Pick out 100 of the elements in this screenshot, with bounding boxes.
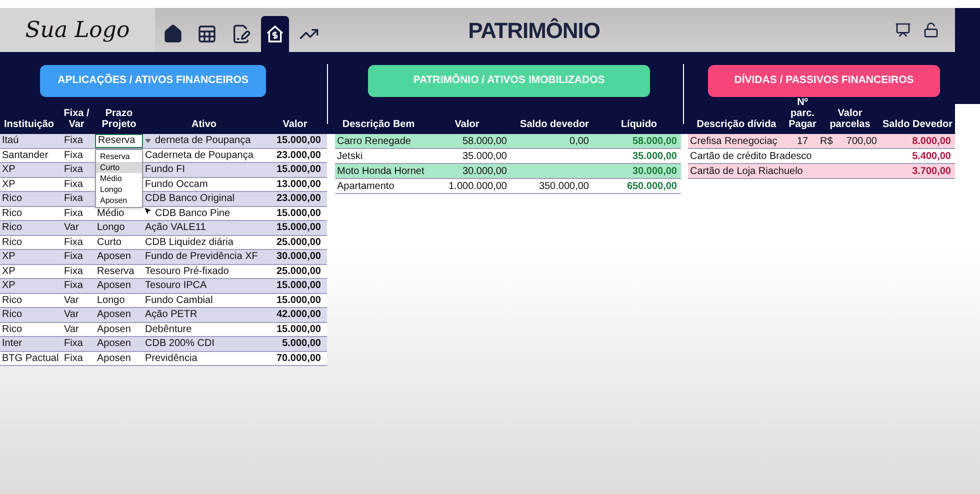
home-icon [163,24,183,44]
table-cell-text: Cartão de crédito Bradesco [689,151,812,162]
table-cell-text: Moto Honda Hornet [336,165,422,178]
table-cell-text: Fundo FI [144,163,186,176]
column-header: Descrição dívida [696,118,778,132]
table-cell-text: 0,00 [570,135,589,148]
table-cell-text: 17 [796,135,810,148]
table-cell-text: BTG Pactual [1,352,58,365]
column-header: Instituição [2,118,55,132]
table-cell-text: Reserva [96,264,134,278]
table-cell-text: Longo [96,221,125,234]
table-cell-text: Fixa [63,178,84,191]
table-cell-text: Caderneta de Poupança [144,148,254,162]
table-cell-text: Fixa [63,236,84,249]
table-cell-text: 1.000.000,00 [448,180,508,193]
table-cell-text: 30.000,00 [276,250,322,264]
table-cell-text: Fundo Occam [144,178,208,191]
table-cell-text: Santander [1,148,50,162]
table-cell-text: Fundo de Previdência XF [144,250,258,264]
table-cell-text: 5.000,00 [281,337,322,350]
table-cell-text: Previdência [144,352,198,365]
table-cell-text: XP [1,279,16,292]
table-cell-text: 15.000,00 [276,221,322,234]
column-header: Valor parcelas [828,107,872,132]
table-cell-text: Fixa [63,337,84,350]
table-cell-text: Rico [1,221,24,234]
table-cell-text: Var [63,294,80,307]
dropdown-option[interactable]: Reserva [96,150,142,162]
table-icon [197,24,217,44]
column-header: Líquido [620,118,658,132]
table-cell-text: Fixa [63,250,84,264]
table-cell-text: Fundo Cambial [144,294,213,307]
table-cell-text: 70.000,00 [276,352,322,365]
table-cell-text: Aposen [96,250,131,264]
table-cell-text: 8.000,00 [911,135,952,148]
page-title: PATRIMÔNIO [468,16,600,44]
table-cell-text: 58.000,00 [462,135,508,148]
table-cell-text: Fixa [63,352,84,365]
table-cell-text: XP [1,264,16,278]
table-cell-text: Rico [1,294,24,307]
table-cell-text: 23.000,00 [276,148,322,162]
table-cell-text: Rico [1,322,24,336]
presentation-icon[interactable] [895,22,911,38]
table-cell-text: Médio [96,206,124,220]
table-cell-text: derneta de Poupança [154,134,251,148]
table-cell-text: 15.000,00 [276,163,322,176]
table-cell-text: Ação PETR [144,308,198,322]
table-cell-text: XP [1,163,16,176]
column-header: Ativo [190,118,218,132]
table-cell-text: Aposen [96,337,131,350]
column-header: Saldo Devedor [881,118,954,132]
table-cell: CDB Banco Pine [155,206,230,220]
table-cell-text: Tesouro IPCA [144,279,207,292]
table-cell-text: Rico [1,308,24,322]
dropdown-option[interactable]: Curto [96,162,142,172]
dropdown-cell[interactable]: Reserva [95,134,143,148]
column-header: Fixa / Var [62,107,90,132]
table-cell-text: Fixa [63,264,84,278]
table-cell-text: 35.000,00 [632,150,678,163]
table-cell-text: Crefisa Renegociaç [689,136,778,147]
dropdown-option[interactable]: Aposen [96,194,142,206]
table-cell-text: Fixa [63,279,84,292]
table-cell-text: Aposen [96,322,131,336]
table-cell-text: Tesouro Pré-fixado [144,264,229,278]
table-cell-text: 58.000,00 [632,135,678,148]
table-cell-text: Var [63,322,80,336]
column-header: Valor [282,118,308,132]
dropdown-option[interactable]: Longo [96,184,142,194]
dropdown-option[interactable]: Médio [96,172,142,184]
table-cell-text: Aposen [96,279,131,292]
table-cell-text: 650.000,00 [626,180,678,193]
table-cell-text: Itaú [1,134,20,148]
table-cell-text: 3.700,00 [911,165,952,178]
table-cell-text: Fixa [63,206,84,220]
column-header: Descrição Bem [341,118,416,132]
table-cell-text: 35.000,00 [462,150,508,163]
table-cell-text: 15.000,00 [276,134,322,148]
table-cell-text: Fixa [63,134,84,148]
table-cell-text: Jetski [336,150,364,163]
table-cell-text: CDB 200% CDI [144,337,214,350]
table-cell-text: 13.000,00 [276,178,322,191]
table-cell-text: 350.000,00 [538,180,589,193]
table-cell-text: XP [1,178,16,191]
table-cell-text: Carro Renegade [336,135,412,148]
table-cell-text: XP [1,250,16,264]
table-cell-text: Ação VALE11 [144,221,206,234]
table-cell-text: Aposen [96,352,131,365]
logo: Sua Logo [25,16,130,44]
table-cell-text: 15.000,00 [276,294,322,307]
table-cell-text: Curto [96,236,122,249]
table-cell-text: CDB Banco Original [144,192,234,206]
nav-tab[interactable] [261,16,289,52]
table-cell-text: Fixa [63,163,84,176]
notes-icon [231,24,251,44]
table-cell-text: 15.000,00 [276,279,322,292]
table-cell-text: 700,00 [846,135,877,148]
table-cell-text: 25.000,00 [276,264,322,278]
unlock-icon[interactable] [923,22,939,38]
column-header: Prazo Projeto [100,107,138,132]
table-cell-text: Var [63,308,80,322]
